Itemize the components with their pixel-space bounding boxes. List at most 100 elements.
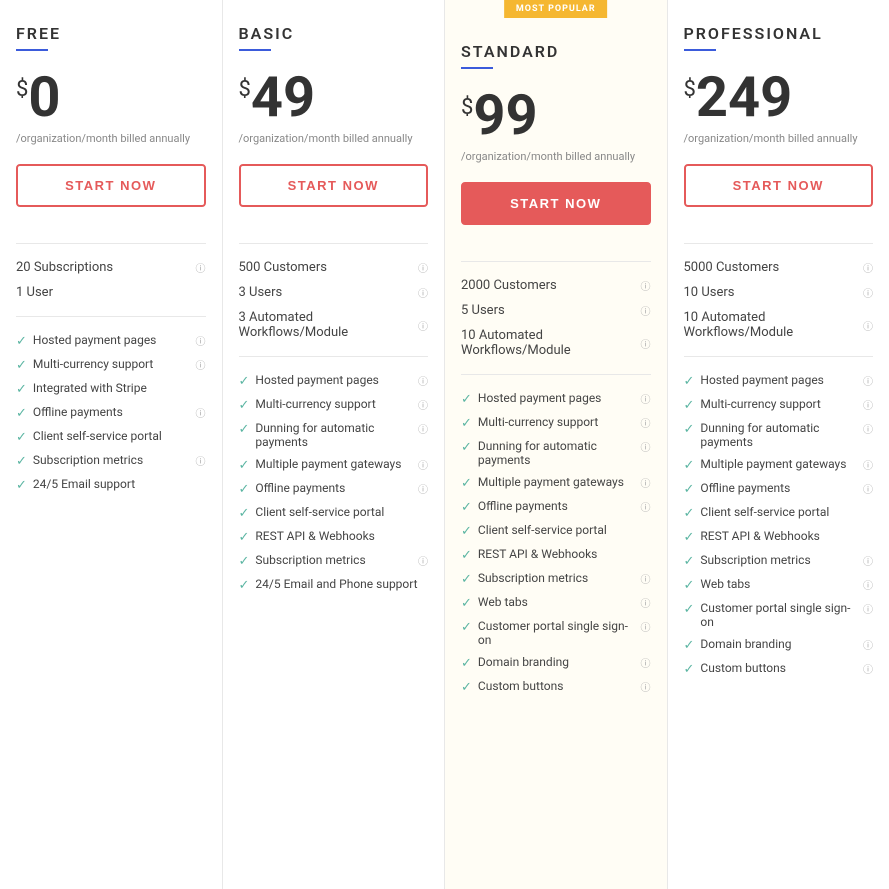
- feature-text-professional-6: REST API & Webhooks: [700, 529, 873, 543]
- info-icon-feat-standard-11[interactable]: ⓘ: [641, 679, 651, 694]
- feature-text-standard-11: Custom buttons: [478, 679, 635, 693]
- feature-item-basic-0: ✓ Hosted payment pages ⓘ: [239, 373, 429, 389]
- check-icon-basic-2: ✓: [239, 422, 250, 437]
- info-icon-feat-standard-10[interactable]: ⓘ: [641, 655, 651, 670]
- start-btn-basic[interactable]: START NOW: [239, 164, 429, 207]
- feature-item-standard-5: ✓ Client self-service portal: [461, 523, 651, 539]
- stat-text-free-0: 20 Subscriptions: [16, 260, 191, 275]
- stat-item-professional-2: 10 Automated Workflows/Module ⓘ: [684, 310, 874, 340]
- check-icon-standard-9: ✓: [461, 620, 472, 635]
- check-icon-standard-10: ✓: [461, 656, 472, 671]
- check-icon-standard-2: ✓: [461, 440, 472, 455]
- divider-features-professional: [684, 356, 874, 357]
- feature-item-professional-5: ✓ Client self-service portal: [684, 505, 874, 521]
- price-row-standard: $ 99: [461, 87, 651, 143]
- info-icon-feat-professional-9[interactable]: ⓘ: [863, 601, 873, 616]
- info-icon-feat-basic-2[interactable]: ⓘ: [418, 421, 428, 436]
- feature-text-free-3: Offline payments: [33, 405, 190, 419]
- feature-item-standard-0: ✓ Hosted payment pages ⓘ: [461, 391, 651, 407]
- feature-text-standard-7: Subscription metrics: [478, 571, 635, 585]
- info-icon-feat-basic-4[interactable]: ⓘ: [418, 481, 428, 496]
- start-btn-standard[interactable]: START NOW: [461, 182, 651, 225]
- check-icon-standard-6: ✓: [461, 548, 472, 563]
- check-icon-basic-6: ✓: [239, 530, 250, 545]
- info-icon-stat-professional-0[interactable]: ⓘ: [863, 260, 873, 275]
- pricing-table: FREE $ 0 /organization/month billed annu…: [0, 0, 889, 889]
- plan-col-professional: PROFESSIONAL $ 249 /organization/month b…: [668, 0, 889, 889]
- stat-item-free-1: 1 User: [16, 285, 206, 300]
- plan-name-basic: BASIC: [239, 24, 429, 43]
- info-icon-stat-basic-0[interactable]: ⓘ: [418, 260, 428, 275]
- plan-col-basic: BASIC $ 49 /organization/month billed an…: [223, 0, 446, 889]
- stat-text-professional-0: 5000 Customers: [684, 260, 859, 275]
- start-btn-professional[interactable]: START NOW: [684, 164, 874, 207]
- check-icon-professional-7: ✓: [684, 554, 695, 569]
- info-icon-stat-standard-2[interactable]: ⓘ: [641, 336, 651, 351]
- feature-item-standard-4: ✓ Offline payments ⓘ: [461, 499, 651, 515]
- info-icon-stat-professional-1[interactable]: ⓘ: [863, 285, 873, 300]
- check-icon-professional-10: ✓: [684, 638, 695, 653]
- feature-text-professional-8: Web tabs: [700, 577, 857, 591]
- info-icon-feat-basic-7[interactable]: ⓘ: [418, 553, 428, 568]
- info-icon-feat-free-0[interactable]: ⓘ: [196, 333, 206, 348]
- check-icon-basic-5: ✓: [239, 506, 250, 521]
- info-icon-stat-professional-2[interactable]: ⓘ: [863, 318, 873, 333]
- feature-text-basic-0: Hosted payment pages: [255, 373, 412, 387]
- info-icon-feat-free-3[interactable]: ⓘ: [196, 405, 206, 420]
- info-icon-stat-basic-2[interactable]: ⓘ: [418, 318, 428, 333]
- check-icon-free-5: ✓: [16, 454, 27, 469]
- price-amount-free: 0: [28, 69, 60, 125]
- info-icon-feat-standard-4[interactable]: ⓘ: [641, 499, 651, 514]
- info-icon-feat-free-1[interactable]: ⓘ: [196, 357, 206, 372]
- feature-text-standard-10: Domain branding: [478, 655, 635, 669]
- price-period-basic: /organization/month billed annually: [239, 131, 429, 146]
- feature-item-free-1: ✓ Multi-currency support ⓘ: [16, 357, 206, 373]
- feature-item-basic-8: ✓ 24/5 Email and Phone support: [239, 577, 429, 593]
- plan-name-standard: STANDARD: [461, 42, 651, 61]
- info-icon-feat-professional-3[interactable]: ⓘ: [863, 457, 873, 472]
- info-icon-feat-professional-7[interactable]: ⓘ: [863, 553, 873, 568]
- info-icon-feat-standard-3[interactable]: ⓘ: [641, 475, 651, 490]
- info-icon-stat-standard-1[interactable]: ⓘ: [641, 303, 651, 318]
- info-icon-feat-standard-1[interactable]: ⓘ: [641, 415, 651, 430]
- info-icon-feat-professional-1[interactable]: ⓘ: [863, 397, 873, 412]
- info-icon-feat-standard-7[interactable]: ⓘ: [641, 571, 651, 586]
- check-icon-standard-0: ✓: [461, 392, 472, 407]
- info-icon-feat-basic-1[interactable]: ⓘ: [418, 397, 428, 412]
- info-icon-feat-standard-0[interactable]: ⓘ: [641, 391, 651, 406]
- info-icon-feat-professional-10[interactable]: ⓘ: [863, 637, 873, 652]
- feature-item-basic-4: ✓ Offline payments ⓘ: [239, 481, 429, 497]
- feature-text-professional-2: Dunning for automatic payments: [700, 421, 857, 449]
- check-icon-basic-8: ✓: [239, 578, 250, 593]
- info-icon-feat-professional-0[interactable]: ⓘ: [863, 373, 873, 388]
- start-btn-free[interactable]: START NOW: [16, 164, 206, 207]
- info-icon-feat-free-5[interactable]: ⓘ: [196, 453, 206, 468]
- stat-text-free-1: 1 User: [16, 285, 206, 300]
- info-icon-feat-professional-2[interactable]: ⓘ: [863, 421, 873, 436]
- check-icon-free-1: ✓: [16, 358, 27, 373]
- feature-item-standard-8: ✓ Web tabs ⓘ: [461, 595, 651, 611]
- info-icon-stat-standard-0[interactable]: ⓘ: [641, 278, 651, 293]
- feature-text-standard-6: REST API & Webhooks: [478, 547, 651, 561]
- feature-item-basic-2: ✓ Dunning for automatic payments ⓘ: [239, 421, 429, 449]
- info-icon-feat-standard-9[interactable]: ⓘ: [641, 619, 651, 634]
- info-icon-feat-professional-8[interactable]: ⓘ: [863, 577, 873, 592]
- check-icon-standard-8: ✓: [461, 596, 472, 611]
- info-icon-stat-basic-1[interactable]: ⓘ: [418, 285, 428, 300]
- check-icon-professional-8: ✓: [684, 578, 695, 593]
- feature-item-basic-5: ✓ Client self-service portal: [239, 505, 429, 521]
- stat-item-basic-1: 3 Users ⓘ: [239, 285, 429, 300]
- info-icon-feat-basic-0[interactable]: ⓘ: [418, 373, 428, 388]
- plan-underline-basic: [239, 49, 271, 51]
- info-icon-feat-professional-4[interactable]: ⓘ: [863, 481, 873, 496]
- feature-item-free-6: ✓ 24/5 Email support: [16, 477, 206, 493]
- feature-item-professional-8: ✓ Web tabs ⓘ: [684, 577, 874, 593]
- feature-item-basic-3: ✓ Multiple payment gateways ⓘ: [239, 457, 429, 473]
- info-icon-feat-professional-11[interactable]: ⓘ: [863, 661, 873, 676]
- info-icon-feat-basic-3[interactable]: ⓘ: [418, 457, 428, 472]
- price-row-professional: $ 249: [684, 69, 874, 125]
- info-icon-feat-standard-2[interactable]: ⓘ: [641, 439, 651, 454]
- check-icon-basic-7: ✓: [239, 554, 250, 569]
- info-icon-feat-standard-8[interactable]: ⓘ: [641, 595, 651, 610]
- info-icon-stat-free-0[interactable]: ⓘ: [196, 260, 206, 275]
